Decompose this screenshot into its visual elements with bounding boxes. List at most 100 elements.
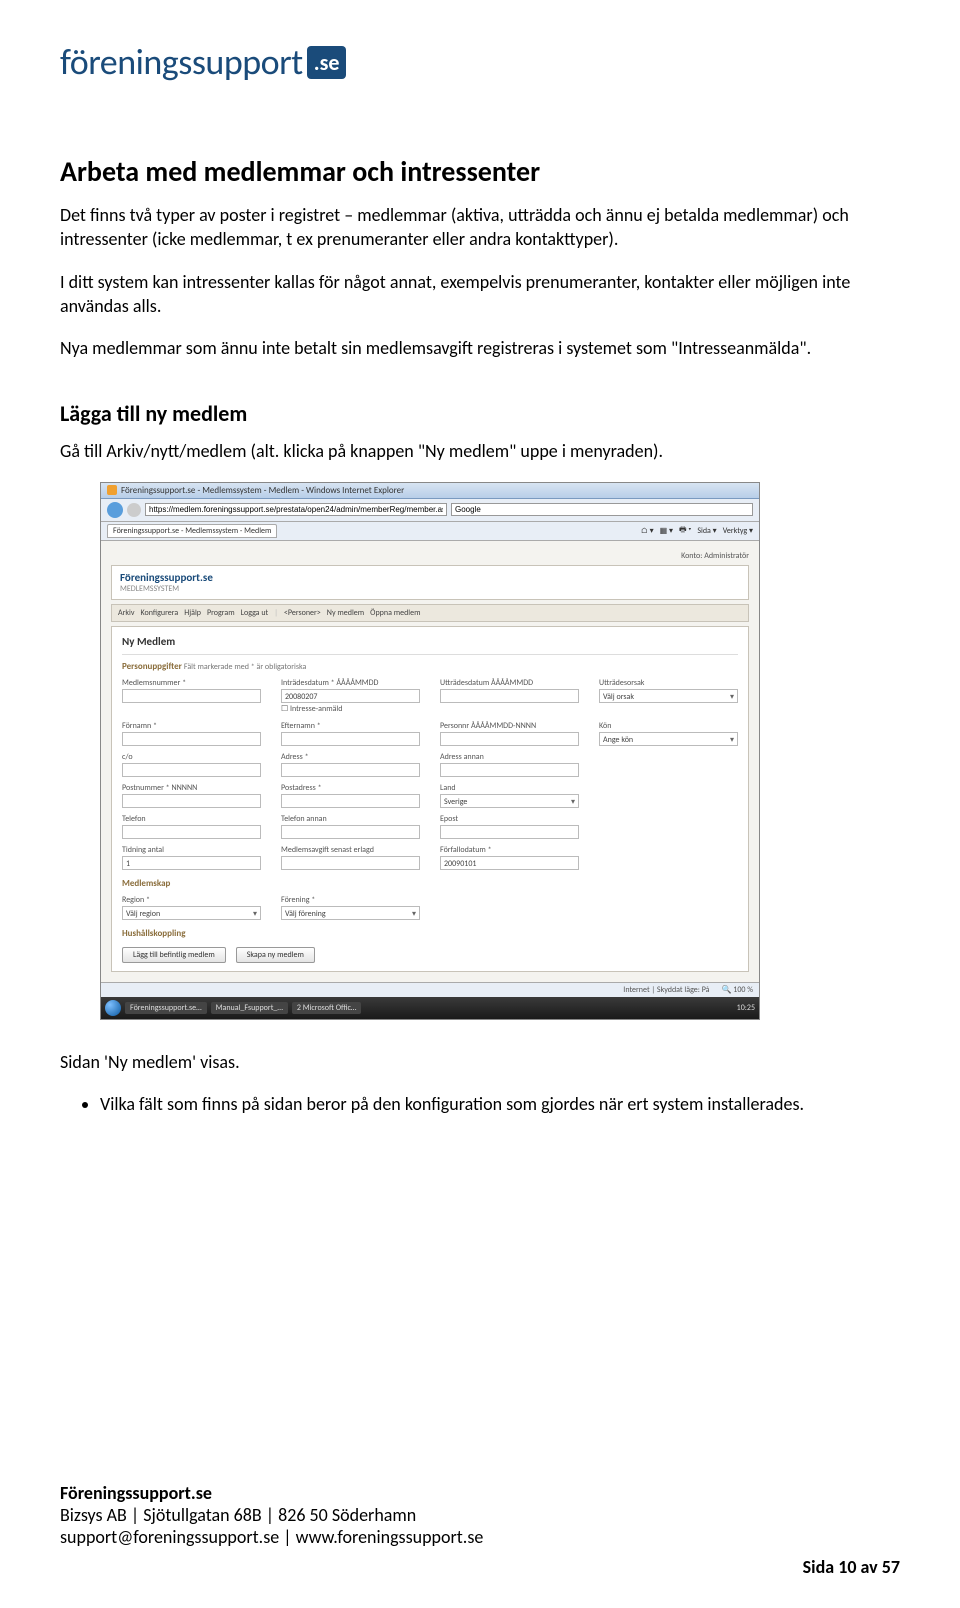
input-epost[interactable] bbox=[440, 825, 579, 839]
bullet-list: Vilka fält som finns på sidan beror på d… bbox=[100, 1092, 900, 1116]
lbl-efternamn: Efternamn * bbox=[281, 721, 420, 731]
footer: Föreningssupport.se Bizsys AB | Sjötullg… bbox=[60, 1482, 900, 1548]
select-region[interactable]: Välj region bbox=[122, 906, 261, 920]
lbl-postnummer: Postnummer * NNNNN bbox=[122, 783, 261, 793]
window-title: Föreningssupport.se - Medlemssystem - Me… bbox=[121, 485, 404, 496]
lbl-fornamn: Förnamn * bbox=[122, 721, 261, 731]
input-telefon[interactable] bbox=[122, 825, 261, 839]
menu-personer[interactable]: <Personer> bbox=[284, 608, 321, 618]
select-uttradeorsak[interactable]: Välj orsak bbox=[599, 689, 738, 703]
forward-icon[interactable] bbox=[127, 503, 141, 517]
app-content: Konto: Administratör Föreningssupport.se… bbox=[101, 541, 759, 982]
input-adress-annan[interactable] bbox=[440, 763, 579, 777]
logo-text: föreningssupport bbox=[60, 40, 303, 84]
app-panel: Ny Medlem Personuppgifter Fält markerade… bbox=[111, 626, 749, 972]
lbl-adress-annan: Adress annan bbox=[440, 752, 579, 762]
panel-title: Ny Medlem bbox=[122, 635, 738, 648]
btn-skapa-ny[interactable]: Skapa ny medlem bbox=[236, 947, 315, 963]
lbl-uttradesdatum: Utträdesdatum ÅÅÅÅMMDD bbox=[440, 678, 579, 688]
page-menu[interactable]: Sida ▾ bbox=[697, 526, 716, 536]
select-forening[interactable]: Välj förening bbox=[281, 906, 420, 920]
lbl-intradesdatum: Inträdesdatum * ÅÅÅÅMMDD bbox=[281, 678, 420, 688]
lbl-adress: Adress * bbox=[281, 752, 420, 762]
page-number: Sida 10 av 57 bbox=[803, 1556, 900, 1578]
input-tidning[interactable]: 1 bbox=[122, 856, 261, 870]
input-personnr[interactable] bbox=[440, 732, 579, 746]
menu-arkiv[interactable]: Arkiv bbox=[118, 608, 135, 618]
home-icon[interactable]: ⌂ ▾ bbox=[641, 526, 654, 536]
logo-badge: .se bbox=[307, 46, 347, 79]
lbl-telefon-annan: Telefon annan bbox=[281, 814, 420, 824]
input-postadress[interactable] bbox=[281, 794, 420, 808]
start-orb-icon[interactable] bbox=[105, 1000, 121, 1016]
lbl-kon: Kön bbox=[599, 721, 738, 731]
lbl-telefon: Telefon bbox=[122, 814, 261, 824]
taskbar-item[interactable]: Manual_Fsupport_… bbox=[211, 1002, 288, 1014]
taskbar-clock: 10:25 bbox=[737, 1003, 755, 1013]
status-zoom[interactable]: 🔍 100 % bbox=[722, 985, 753, 995]
footer-contact: support@foreningssupport.se | www.foreni… bbox=[60, 1526, 900, 1548]
input-adress[interactable] bbox=[281, 763, 420, 777]
lbl-land: Land bbox=[440, 783, 579, 793]
menu-oppnamedlem[interactable]: Öppna medlem bbox=[370, 608, 420, 618]
browser-tab[interactable]: Föreningssupport.se - Medlemssystem - Me… bbox=[107, 524, 277, 538]
menu-loggaut[interactable]: Logga ut bbox=[241, 608, 269, 618]
app-menubar: Arkiv Konfigurera Hjälp Program Logga ut… bbox=[111, 604, 749, 622]
paragraph-2: I ditt system kan intressenter kallas fö… bbox=[60, 270, 900, 319]
ie-tab-row: Föreningssupport.se - Medlemssystem - Me… bbox=[101, 522, 759, 541]
input-telefon-annan[interactable] bbox=[281, 825, 420, 839]
embedded-screenshot: Föreningssupport.se - Medlemssystem - Me… bbox=[100, 482, 760, 1020]
feed-icon[interactable]: ▦ ▾ bbox=[660, 526, 673, 536]
back-icon[interactable] bbox=[107, 502, 123, 518]
input-intradesdatum[interactable]: 20080207 bbox=[281, 689, 420, 703]
footer-brand: Föreningssupport.se bbox=[60, 1482, 900, 1504]
input-fornamn[interactable] bbox=[122, 732, 261, 746]
chk-intresse[interactable]: ☐ Intresse-anmäld bbox=[281, 704, 420, 714]
ie-address-bar bbox=[101, 499, 759, 522]
lbl-forening: Förening * bbox=[281, 895, 420, 905]
taskbar-item[interactable]: Föreningssupport.se… bbox=[125, 1002, 207, 1014]
input-uttradesdatum[interactable] bbox=[440, 689, 579, 703]
footer-address: Bizsys AB | Sjötullgatan 68B | 826 50 Sö… bbox=[60, 1504, 900, 1526]
app-subbrand: MEDLEMSSYSTEM bbox=[120, 584, 740, 594]
bullet-item: Vilka fält som finns på sidan beror på d… bbox=[100, 1092, 900, 1116]
lbl-personnr: Personnr ÅÅÅÅMMDD-NNNN bbox=[440, 721, 579, 731]
lbl-uttradeorsak: Utträdesorsak bbox=[599, 678, 738, 688]
app-brand: Föreningssupport.se bbox=[120, 571, 740, 584]
select-kon[interactable]: Ange kön bbox=[599, 732, 738, 746]
paragraph-4: Gå till Arkiv/nytt/medlem (alt. klicka p… bbox=[60, 439, 900, 463]
menu-hjalp[interactable]: Hjälp bbox=[184, 608, 201, 618]
btn-lagg-befintlig[interactable]: Lägg till befintlig medlem bbox=[122, 947, 226, 963]
logo: föreningssupport .se bbox=[60, 0, 900, 84]
lbl-forfallo: Förfallodatum * bbox=[440, 845, 579, 855]
section-hint: Fält markerade med * är obligatoriska bbox=[184, 662, 306, 672]
print-icon[interactable]: 🖶 ▾ bbox=[679, 524, 691, 538]
menu-konfigurera[interactable]: Konfigurera bbox=[141, 608, 179, 618]
account-label: Konto: Administratör bbox=[111, 551, 749, 565]
ie-status-bar: Internet | Skyddat läge: På 🔍 100 % bbox=[101, 982, 759, 997]
input-postnummer[interactable] bbox=[122, 794, 261, 808]
lbl-region: Region * bbox=[122, 895, 261, 905]
search-input[interactable] bbox=[451, 503, 753, 516]
input-medlemsnummer[interactable] bbox=[122, 689, 261, 703]
section-personuppgifter: Personuppgifter bbox=[122, 661, 182, 672]
menu-nymedlem[interactable]: Ny medlem bbox=[327, 608, 364, 618]
tools-menu[interactable]: Verktyg ▾ bbox=[723, 526, 753, 536]
heading-main: Arbeta med medlemmar och intressenter bbox=[60, 154, 900, 189]
url-input[interactable] bbox=[145, 503, 447, 516]
taskbar: Föreningssupport.se… Manual_Fsupport_… 2… bbox=[101, 997, 759, 1019]
input-co[interactable] bbox=[122, 763, 261, 777]
menu-program[interactable]: Program bbox=[207, 608, 235, 618]
select-land[interactable]: Sverige bbox=[440, 794, 579, 808]
ie-titlebar: Föreningssupport.se - Medlemssystem - Me… bbox=[101, 483, 759, 499]
input-efternamn[interactable] bbox=[281, 732, 420, 746]
paragraph-3: Nya medlemmar som ännu inte betalt sin m… bbox=[60, 336, 900, 360]
input-forfallo[interactable]: 20090101 bbox=[440, 856, 579, 870]
favicon-icon bbox=[107, 485, 117, 495]
taskbar-item[interactable]: 2 Microsoft Offic… bbox=[292, 1002, 362, 1014]
lbl-postadress: Postadress * bbox=[281, 783, 420, 793]
heading-sub: Lägga till ny medlem bbox=[60, 400, 900, 427]
status-zone: Internet | Skyddat läge: På bbox=[623, 985, 709, 995]
input-avgift[interactable] bbox=[281, 856, 420, 870]
lbl-avgift: Medlemsavgift senast erlagd bbox=[281, 845, 420, 855]
